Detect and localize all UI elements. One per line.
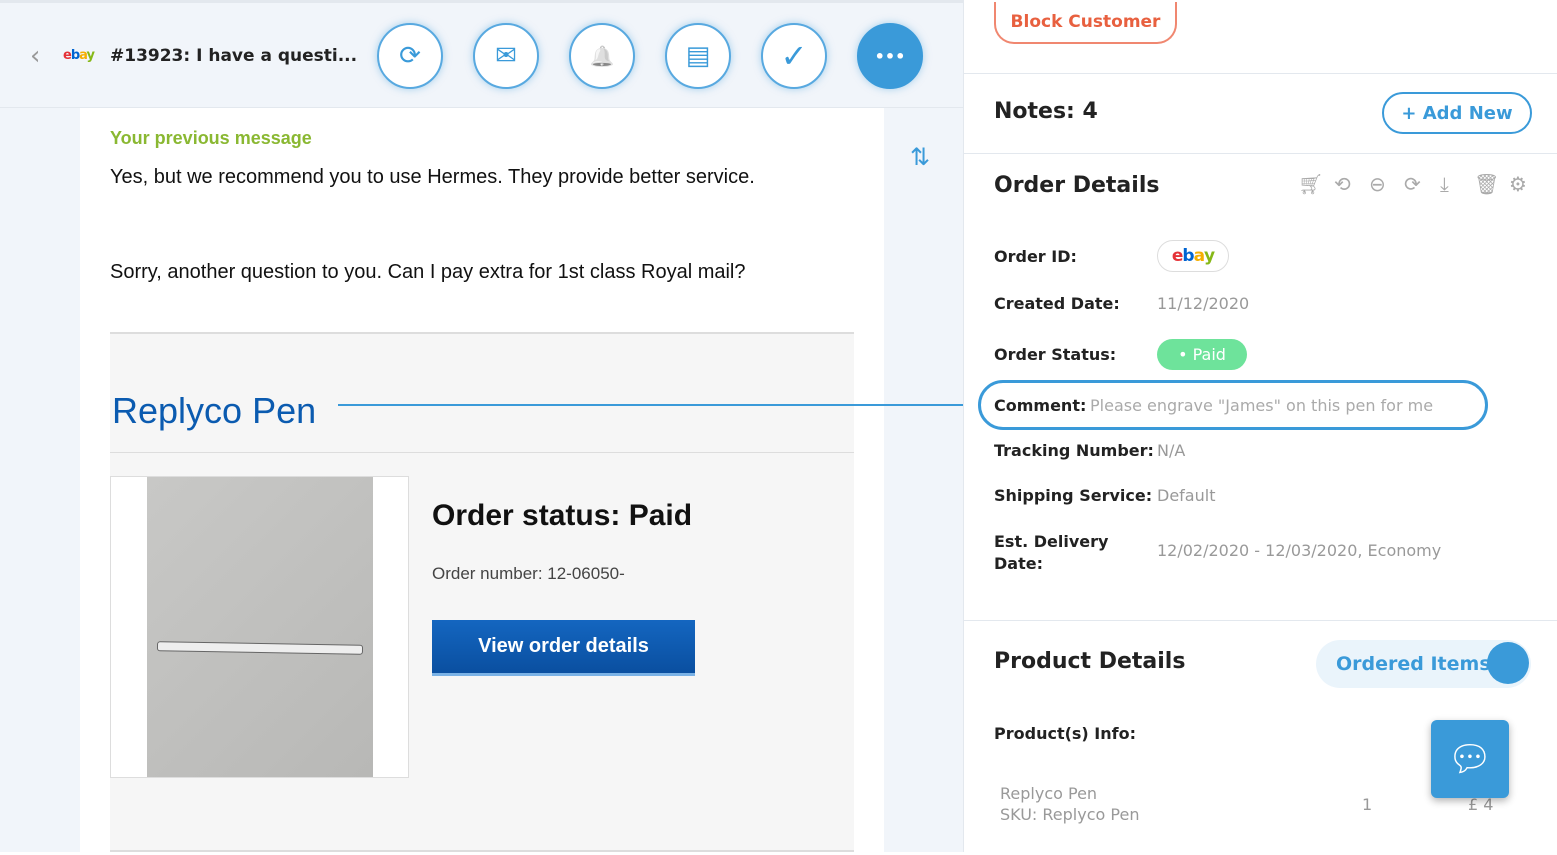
comment-label: Comment: [994, 396, 1087, 415]
toggle-knob [1487, 642, 1529, 684]
previous-message-label: Your previous message [110, 128, 312, 148]
refresh-icon: ⟳ [399, 41, 421, 71]
reply-button[interactable]: ••• [857, 23, 923, 89]
created-date-label: Created Date: [994, 294, 1120, 313]
order-number: Order number: 12-06050- [432, 564, 625, 583]
pen-image [156, 641, 364, 655]
sort-icon[interactable]: ⇅ [910, 143, 930, 171]
product-name: Replyco Pen [1000, 784, 1098, 803]
notes-count: Notes: 4 [994, 99, 1098, 124]
back-icon[interactable]: ‹ [30, 41, 40, 71]
download-icon[interactable]: ⤓ [1440, 172, 1449, 196]
tracking-number-value: N/A [1157, 441, 1186, 460]
order-status-heading: Order status: Paid [432, 499, 693, 532]
refresh-button[interactable]: ⟳ [377, 23, 443, 89]
conversation-pane: ‹ ebay #13923: I have a questi... ⟳ ✉ 🔔 … [0, 0, 963, 855]
exchange-icon[interactable]: ⊖ [1369, 172, 1386, 196]
shipping-service-label: Shipping Service: [994, 486, 1153, 505]
order-id-label: Order ID: [994, 247, 1077, 266]
divider [964, 73, 1557, 74]
chat-bubble-icon: ••• [874, 46, 906, 66]
order-id-ebay-badge[interactable]: ebay [1157, 240, 1229, 272]
bell-icon: 🔔 [589, 44, 615, 68]
resolve-button[interactable]: ✓ [761, 23, 827, 89]
settings-icon[interactable]: ⚙ [1509, 172, 1527, 196]
ordered-items-toggle[interactable]: Ordered Items [1316, 640, 1531, 688]
divider [964, 620, 1557, 621]
conversation-header: ‹ ebay #13923: I have a questi... ⟳ ✉ 🔔 … [0, 3, 963, 108]
reorder-icon[interactable]: ⟲ [1334, 172, 1351, 196]
product-details-title: Product Details [994, 649, 1186, 674]
add-note-button[interactable]: + Add New [1382, 92, 1532, 134]
status-badge: • Paid [1157, 339, 1247, 370]
mail-icon: ✉ [495, 41, 517, 71]
view-order-details-button[interactable]: View order details [432, 620, 695, 676]
tracking-number-label: Tracking Number: [994, 441, 1154, 460]
shipping-service-value: Default [1157, 486, 1216, 505]
refund-icon[interactable]: ⟳ [1404, 172, 1421, 196]
products-info-label: Product(s) Info: [994, 724, 1136, 743]
product-sku: SKU: Replyco Pen [1000, 805, 1140, 824]
order-details-title: Order Details [994, 173, 1160, 198]
ebay-order-box: Replyco Pen Order status: Paid Order num… [110, 332, 854, 852]
archive-icon: ▤ [685, 41, 711, 71]
previous-message-text: Yes, but we recommend you to use Hermes.… [110, 166, 755, 188]
product-image [110, 476, 409, 778]
product-photo [147, 477, 373, 777]
divider [110, 452, 854, 453]
snooze-button[interactable]: 🔔 [569, 23, 635, 89]
delivery-date-value: 12/02/2020 - 12/03/2020, Economy [1157, 541, 1442, 560]
divider [964, 153, 1557, 154]
live-chat-button[interactable]: 💬︎ [1431, 720, 1509, 798]
chat-icon: 💬︎ [1447, 739, 1493, 780]
cart-icon[interactable]: 🛒︎ [1298, 172, 1323, 196]
check-icon: ✓ [780, 37, 808, 75]
comment-value: Please engrave "James" on this pen for m… [1090, 396, 1434, 415]
mail-button[interactable]: ✉ [473, 23, 539, 89]
toggle-label: Ordered Items [1336, 653, 1491, 675]
ebay-logo: ebay [63, 48, 95, 63]
product-title[interactable]: Replyco Pen [112, 390, 316, 432]
block-customer-button[interactable]: Block Customer [994, 2, 1177, 44]
product-qty: 1 [1362, 795, 1373, 814]
conversation-title: #13923: I have a questi... [110, 46, 358, 66]
created-date-value: 11/12/2020 [1157, 294, 1250, 313]
delivery-date-label: Est. Delivery Date: [994, 532, 1109, 573]
delete-icon[interactable]: 🗑︎ [1474, 172, 1499, 196]
customer-sidebar: Block Customer Notes: 4 + Add New Order … [963, 0, 1557, 852]
message-text: Sorry, another question to you. Can I pa… [110, 261, 746, 283]
message-card: Your previous message Yes, but we recomm… [80, 108, 884, 855]
archive-button[interactable]: ▤ [665, 23, 731, 89]
order-status-label: Order Status: [994, 345, 1117, 364]
annotation-connector [338, 404, 978, 406]
